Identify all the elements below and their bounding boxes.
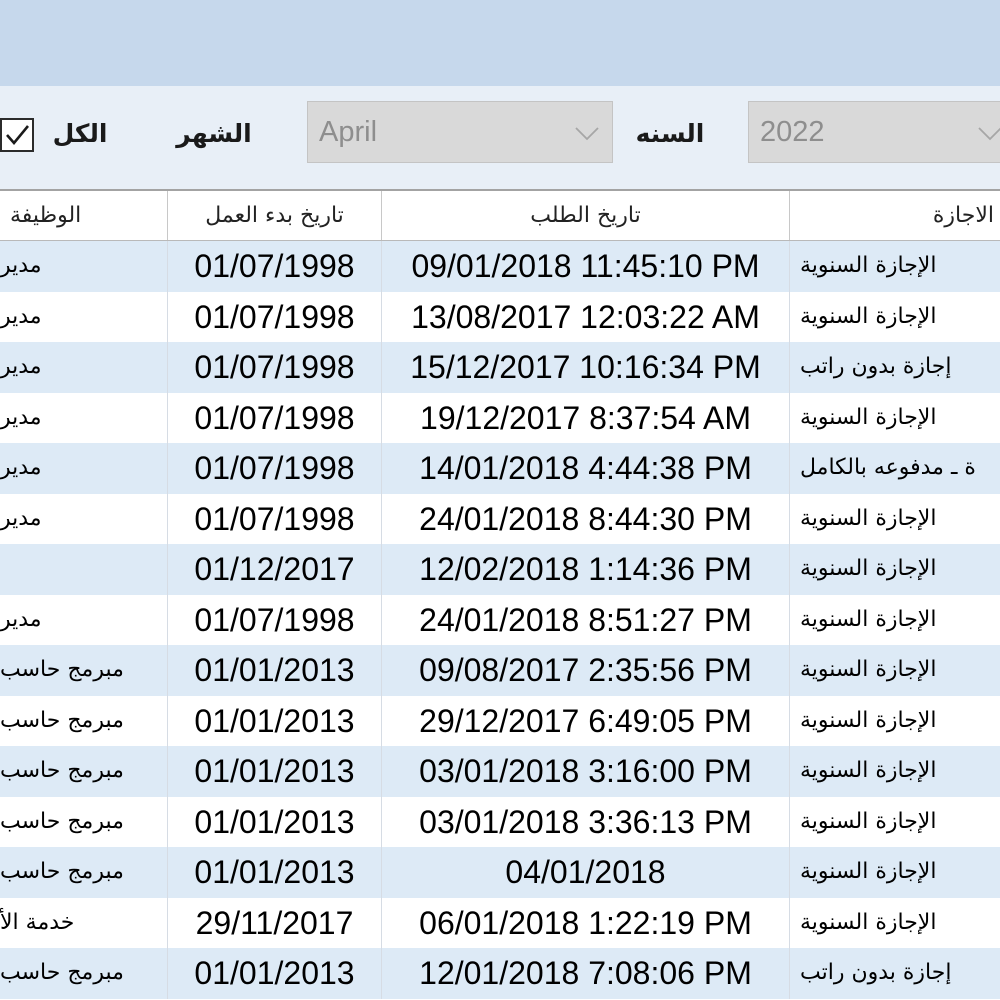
cell-job[interactable]: مدير (0, 443, 168, 494)
cell-request-date[interactable]: 29/12/2017 6:49:05 PM (382, 695, 790, 746)
all-label: الكل (52, 119, 108, 148)
cell-job[interactable]: مدير (0, 594, 168, 645)
table-row[interactable]: مبرمج حاسب 01/01/2013 12/01/2018 7:08:06 P… (0, 948, 1000, 999)
leave-requests-grid: الوظيفة تاريخ بدء العمل تاريخ الطلب الاج… (0, 189, 1000, 1000)
cell-request-date[interactable]: 13/08/2017 12:03:22 AM (382, 291, 790, 342)
column-header-job[interactable]: الوظيفة (0, 191, 168, 240)
cell-leave-type[interactable]: الإجازة السنوية (790, 544, 1000, 595)
table-row[interactable]: مدير 01/07/1998 24/01/2018 8:51:27 PM الإجا… (0, 594, 1000, 646)
cell-leave-type[interactable]: الإجازة السنوية (790, 746, 1000, 797)
all-checkbox[interactable] (0, 118, 34, 152)
form-header-band (0, 0, 1000, 86)
cell-request-date[interactable]: 09/01/2018 11:45:10 PM (382, 241, 790, 292)
cell-request-date[interactable]: 24/01/2018 8:51:27 PM (382, 594, 790, 645)
table-row[interactable]: خدمة الأ 29/11/2017 06/01/2018 1:22:19 PM ا… (0, 897, 1000, 949)
table-row[interactable]: مبرمج حاسب 01/01/2013 03/01/2018 3:36:13 P… (0, 796, 1000, 848)
cell-request-date[interactable]: 19/12/2017 8:37:54 AM (382, 392, 790, 443)
column-header-request-date[interactable]: تاريخ الطلب (382, 191, 790, 240)
cell-request-date[interactable]: 24/01/2018 8:44:30 PM (382, 493, 790, 544)
cell-job[interactable]: مدير (0, 342, 168, 393)
cell-leave-type[interactable]: الإجازة السنوية (790, 292, 1000, 343)
cell-start-date[interactable]: 01/07/1998 (168, 443, 382, 494)
cell-job[interactable]: مدير (0, 241, 168, 292)
cell-leave-type[interactable]: الإجازة السنوية (790, 797, 1000, 848)
chevron-down-icon (575, 127, 599, 141)
table-row[interactable]: مبرمج حاسب 01/01/2013 29/12/2017 6:49:05 P… (0, 695, 1000, 747)
cell-start-date[interactable]: 01/01/2013 (168, 847, 382, 898)
table-row[interactable]: مدير 01/07/1998 15/12/2017 10:16:34 PM إجاز… (0, 342, 1000, 393)
table-row[interactable]: مدير 01/07/1998 19/12/2017 8:37:54 AM الإجا… (0, 392, 1000, 444)
cell-job[interactable]: مبرمج حاسب (0, 948, 168, 999)
year-label: السنه (635, 119, 705, 148)
cell-leave-type[interactable]: ة ـ مدفوعه بالكامل (790, 443, 1000, 494)
cell-leave-type[interactable]: إجازة بدون راتب (790, 948, 1000, 999)
cell-job[interactable]: مدير (0, 291, 168, 342)
grid-header: الوظيفة تاريخ بدء العمل تاريخ الطلب الاج… (0, 189, 1000, 241)
table-row[interactable]: مدير 01/07/1998 13/08/2017 12:03:22 AM الإج… (0, 291, 1000, 343)
cell-job[interactable]: مبرمج حاسب (0, 695, 168, 746)
cell-job[interactable]: مبرمج حاسب (0, 645, 168, 696)
month-dropdown[interactable]: April (307, 101, 613, 163)
cell-request-date[interactable]: 06/01/2018 1:22:19 PM (382, 897, 790, 948)
cell-start-date[interactable]: 01/07/1998 (168, 493, 382, 544)
cell-start-date[interactable]: 01/01/2013 (168, 746, 382, 797)
column-header-leave-type[interactable]: الاجازة (790, 191, 1000, 240)
cell-request-date[interactable]: 12/02/2018 1:14:36 PM (382, 544, 790, 595)
cell-start-date[interactable]: 01/07/1998 (168, 342, 382, 393)
cell-request-date[interactable]: 04/01/2018 (382, 847, 790, 898)
cell-start-date[interactable]: 01/07/1998 (168, 594, 382, 645)
cell-start-date[interactable]: 01/01/2013 (168, 695, 382, 746)
cell-job[interactable]: مدير (0, 493, 168, 544)
cell-start-date[interactable]: 01/01/2013 (168, 948, 382, 999)
cell-leave-type[interactable]: الإجازة السنوية (790, 898, 1000, 949)
cell-request-date[interactable]: 15/12/2017 10:16:34 PM (382, 342, 790, 393)
month-label: الشهر (176, 119, 252, 148)
column-header-start-date[interactable]: تاريخ بدء العمل (168, 191, 382, 240)
cell-request-date[interactable]: 12/01/2018 7:08:06 PM (382, 948, 790, 999)
checkmark-icon (6, 125, 30, 146)
table-row[interactable]: مبرمج حاسب 01/01/2013 03/01/2018 3:16:00 P… (0, 746, 1000, 797)
cell-start-date[interactable]: 01/12/2017 (168, 544, 382, 595)
cell-start-date[interactable]: 01/07/1998 (168, 392, 382, 443)
table-row[interactable]: 01/12/2017 12/02/2018 1:14:36 PM الإجازة ا… (0, 544, 1000, 595)
cell-request-date[interactable]: 09/08/2017 2:35:56 PM (382, 645, 790, 696)
cell-job[interactable]: مدير (0, 392, 168, 443)
cell-start-date[interactable]: 01/01/2013 (168, 645, 382, 696)
cell-leave-type[interactable]: الإجازة السنوية (790, 847, 1000, 898)
month-value: April (319, 116, 378, 148)
cell-leave-type[interactable]: الإجازة السنوية (790, 494, 1000, 545)
table-row[interactable]: مدير 01/07/1998 24/01/2018 8:44:30 PM الإجا… (0, 493, 1000, 545)
cell-leave-type[interactable]: الإجازة السنوية (790, 595, 1000, 646)
cell-start-date[interactable]: 29/11/2017 (168, 897, 382, 948)
cell-leave-type[interactable]: الإجازة السنوية (790, 696, 1000, 747)
cell-start-date[interactable]: 01/07/1998 (168, 291, 382, 342)
chevron-down-icon (978, 127, 1000, 141)
cell-job[interactable]: مبرمج حاسب (0, 746, 168, 797)
cell-request-date[interactable]: 03/01/2018 3:36:13 PM (382, 796, 790, 847)
table-row[interactable]: مدير 01/07/1998 09/01/2018 11:45:10 PM الإج… (0, 241, 1000, 292)
cell-leave-type[interactable]: إجازة بدون راتب (790, 342, 1000, 393)
cell-job[interactable]: خدمة الأ (0, 897, 168, 948)
grid-body: مدير 01/07/1998 09/01/2018 11:45:10 PM الإج… (0, 241, 1000, 999)
cell-request-date[interactable]: 03/01/2018 3:16:00 PM (382, 746, 790, 797)
cell-start-date[interactable]: 01/01/2013 (168, 796, 382, 847)
cell-start-date[interactable]: 01/07/1998 (168, 241, 382, 292)
cell-leave-type[interactable]: الإجازة السنوية (790, 393, 1000, 444)
table-row[interactable]: مدير 01/07/1998 14/01/2018 4:44:38 PM ة ـ م… (0, 443, 1000, 494)
cell-leave-type[interactable]: الإجازة السنوية (790, 241, 1000, 292)
cell-job[interactable] (0, 544, 168, 595)
cell-job[interactable]: مبرمج حاسب (0, 796, 168, 847)
cell-job[interactable]: مبرمج حاسب (0, 847, 168, 898)
year-value: 2022 (760, 116, 825, 148)
year-dropdown[interactable]: 2022 (748, 101, 1000, 163)
cell-request-date[interactable]: 14/01/2018 4:44:38 PM (382, 443, 790, 494)
table-row[interactable]: مبرمج حاسب 01/01/2013 04/01/2018 الإجازة ال… (0, 847, 1000, 898)
cell-leave-type[interactable]: الإجازة السنوية (790, 645, 1000, 696)
table-row[interactable]: مبرمج حاسب 01/01/2013 09/08/2017 2:35:56 P… (0, 645, 1000, 696)
